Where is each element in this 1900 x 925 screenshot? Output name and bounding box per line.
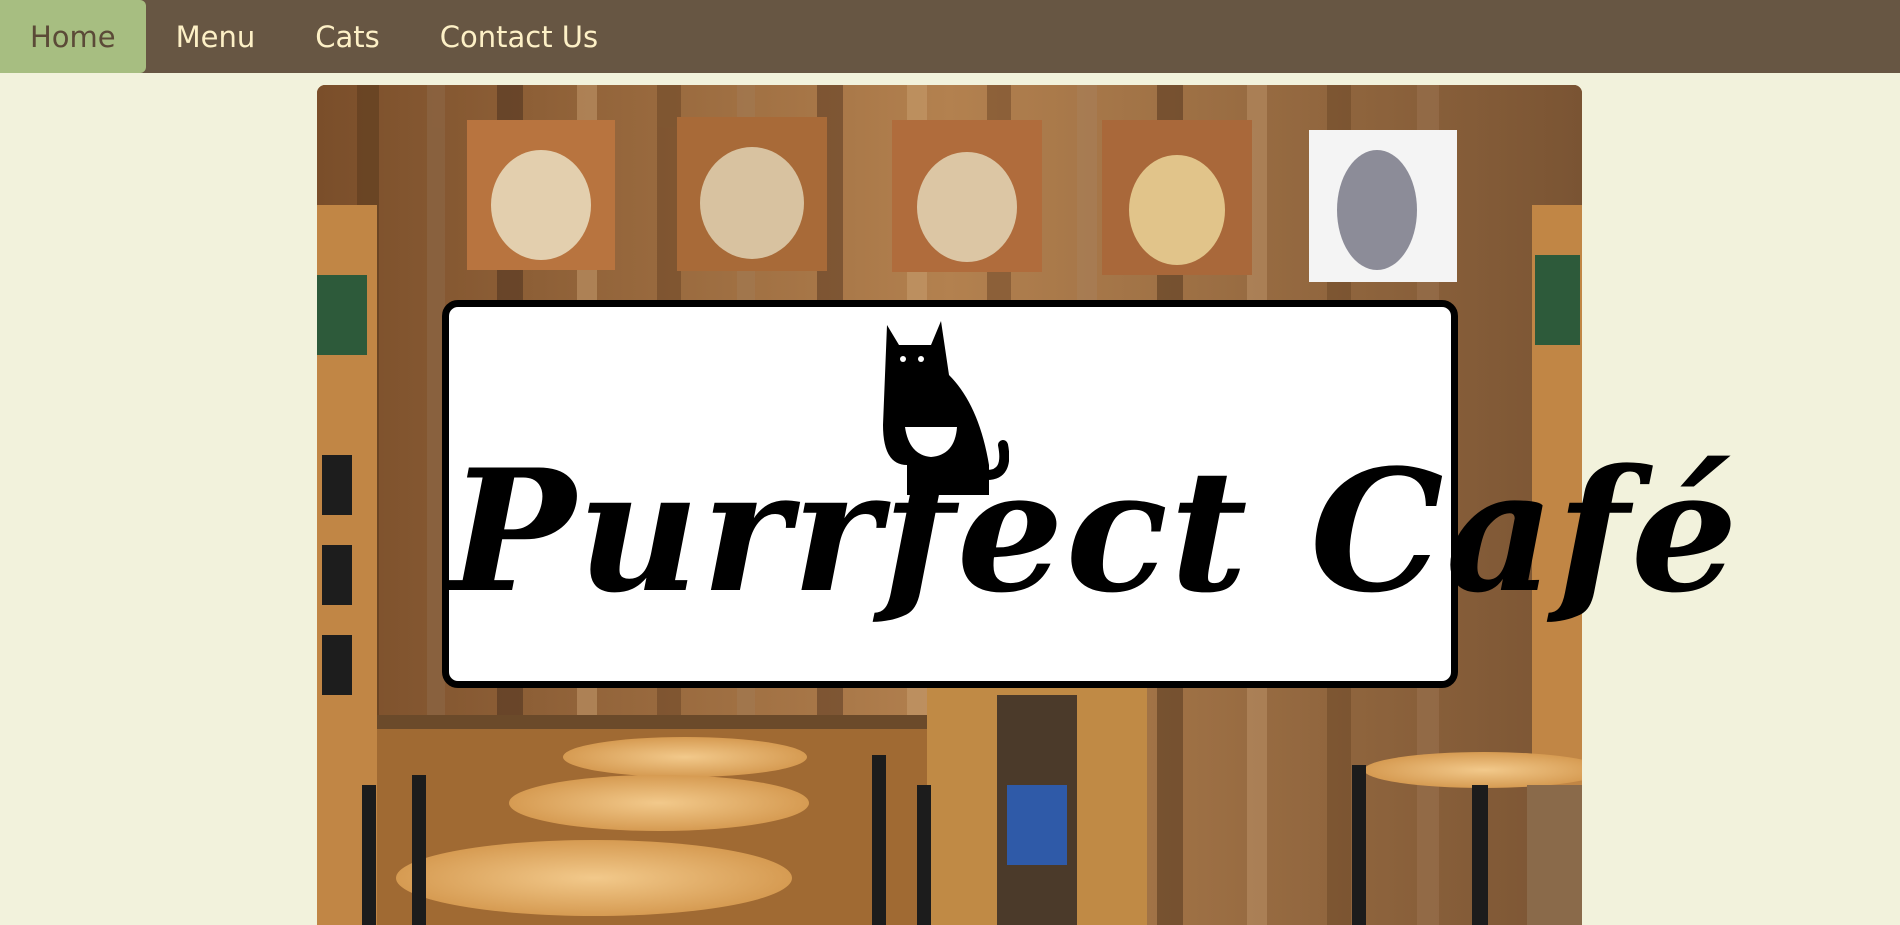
nav-contact-link[interactable]: Contact Us <box>410 0 628 73</box>
nav-cats-link[interactable]: Cats <box>285 0 410 73</box>
nav-home-link[interactable]: Home <box>0 0 146 73</box>
purrfect-cafe-logo: Purrfect Café <box>442 300 1740 688</box>
nav-menu-link[interactable]: Menu <box>146 0 286 73</box>
logo-title: Purrfect Café <box>449 432 1740 630</box>
top-navbar: Home Menu Cats Contact Us <box>0 0 1900 73</box>
